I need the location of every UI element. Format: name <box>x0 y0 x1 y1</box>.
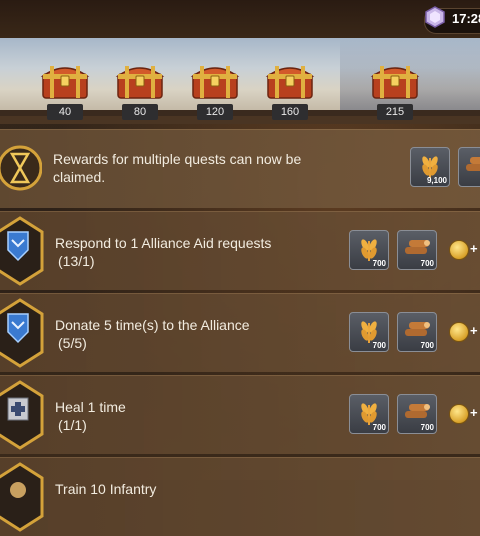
chest-milestone: 80 <box>122 104 158 120</box>
reward-chest-icon[interactable] <box>40 58 90 100</box>
chest-milestone: 215 <box>377 104 413 120</box>
reward-qty: 9,100 <box>426 176 447 185</box>
reward-wood[interactable] <box>458 147 480 187</box>
reward-chest-icon[interactable] <box>370 58 420 100</box>
quest-progress: (5/5) <box>58 335 87 351</box>
reward-wheat[interactable]: 700 <box>349 230 389 270</box>
alliance-shield-icon <box>0 298 44 368</box>
troops-icon <box>0 462 44 532</box>
reward-chest-icon[interactable] <box>190 58 240 100</box>
reward-wheat[interactable]: 700 <box>349 312 389 352</box>
hourglass-icon <box>0 145 42 191</box>
reward-wheat[interactable]: 700 <box>349 394 389 434</box>
reward-wood[interactable]: 700 <box>397 394 437 434</box>
quest-progress: (1/1) <box>58 417 87 433</box>
quest-title: Respond to 1 Alliance Aid requests <box>55 235 272 251</box>
alliance-shield-icon <box>0 216 44 286</box>
quest-row[interactable]: Donate 5 time(s) to the Alliance (5/5) 7… <box>0 293 480 372</box>
chest-milestone: 40 <box>47 104 83 120</box>
reward-qty: 700 <box>372 259 386 268</box>
reward-qty: 700 <box>372 341 386 350</box>
top-bar <box>0 0 480 38</box>
coin-icon <box>449 404 469 424</box>
reward-chest-icon[interactable] <box>265 58 315 100</box>
reward-wood[interactable]: 700 <box>397 312 437 352</box>
quest-title: Train 10 Infantry <box>55 481 157 497</box>
clock-time: 17:28 <box>452 11 480 26</box>
reward-chest-icon[interactable] <box>115 58 165 100</box>
reward-qty: 700 <box>420 259 434 268</box>
quest-progress: (13/1) <box>58 253 95 269</box>
quest-row[interactable]: Heal 1 time (1/1) 700 700 + <box>0 375 480 454</box>
quest-row[interactable]: Train 10 Infantry <box>0 457 480 536</box>
more-rewards-indicator: + <box>470 323 478 338</box>
gem-icon <box>425 6 445 28</box>
chest-milestone: 120 <box>197 104 233 120</box>
coin-icon <box>449 322 469 342</box>
reward-wood[interactable]: 700 <box>397 230 437 270</box>
reward-qty: 700 <box>372 423 386 432</box>
wood-icon <box>466 157 480 171</box>
notice-text: Rewards for multiple quests can now be c… <box>53 151 302 185</box>
chest-milestone: 160 <box>272 104 308 120</box>
reward-qty: 700 <box>420 341 434 350</box>
hospital-icon <box>0 380 44 450</box>
claim-all-notice[interactable]: Rewards for multiple quests can now be c… <box>0 129 480 208</box>
reward-wheat[interactable]: 9,100 <box>410 147 450 187</box>
reward-qty: 700 <box>420 423 434 432</box>
quest-title: Donate 5 time(s) to the Alliance <box>55 317 250 333</box>
more-rewards-indicator: + <box>470 241 478 256</box>
more-rewards-indicator: + <box>470 405 478 420</box>
quest-title: Heal 1 time <box>55 399 126 415</box>
coin-icon <box>449 240 469 260</box>
quest-row[interactable]: Respond to 1 Alliance Aid requests (13/1… <box>0 211 480 290</box>
